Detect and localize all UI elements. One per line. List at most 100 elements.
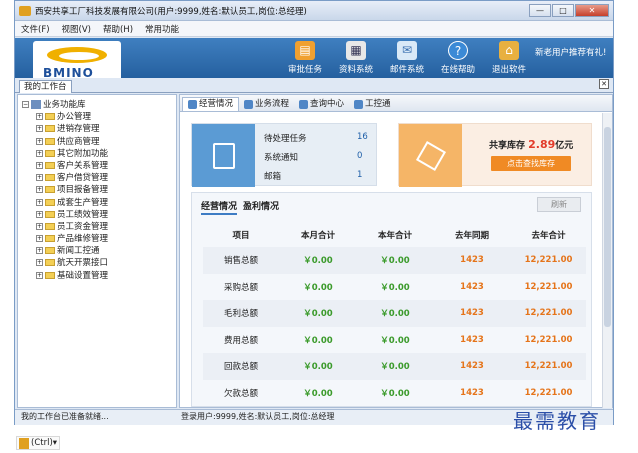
task-notice-count[interactable]: 0 <box>357 151 362 161</box>
query-icon <box>299 99 309 109</box>
tab-business-status[interactable]: 经营情况 <box>182 97 240 111</box>
collapse-icon[interactable]: − <box>22 101 29 108</box>
expand-icon[interactable]: + <box>36 125 43 133</box>
table-cell: ￥0.00 <box>380 256 410 267</box>
table-row[interactable]: 欠款总额 ￥0.00 ￥0.00 1423 12,221.00 <box>203 380 586 407</box>
table-cell: 1423 <box>460 361 484 372</box>
table-cell: ￥0.00 <box>303 388 333 399</box>
toolbar-exit[interactable]: ⌂ 退出软件 <box>484 41 534 75</box>
refresh-button[interactable]: 刷新 <box>537 197 581 212</box>
table-cell: ￥0.00 <box>303 362 333 373</box>
tree-item-label: 客户借贷管理 <box>57 173 109 184</box>
task-card-icon <box>192 124 255 187</box>
menu-common[interactable]: 常用功能 <box>139 23 185 35</box>
tree-item-label: 进销存管理 <box>57 124 100 135</box>
main-content: 经营情况 业务流程 查询中心 工控通 待处理任务 16 系统通知 0 邮箱 1 … <box>179 94 613 408</box>
expand-icon[interactable]: + <box>36 137 43 145</box>
tab-profit[interactable]: 盈利情况 <box>243 199 279 215</box>
tab-my-workbench[interactable]: 我的工作台 <box>19 80 72 93</box>
paste-options-button[interactable]: (Ctrl)▾ <box>16 436 61 450</box>
table-row[interactable]: 回款总额 ￥0.00 ￥0.00 1423 12,221.00 <box>203 353 586 380</box>
tree-item[interactable]: + 新闻工控通 <box>22 245 176 257</box>
tab-industrial-control[interactable]: 工控通 <box>349 97 396 111</box>
task-pending-label[interactable]: 待处理任务 <box>264 132 307 144</box>
table-cell: 12,221.00 <box>524 308 573 319</box>
toolbar-approval[interactable]: ▤ 审批任务 <box>280 41 330 75</box>
tree-root[interactable]: − 业务功能库 <box>22 99 176 111</box>
find-stock-button[interactable]: 点击查找库存 <box>491 156 571 171</box>
expand-icon[interactable]: + <box>36 149 43 157</box>
table-cell: ￥0.00 <box>303 256 333 267</box>
menu-view[interactable]: 视图(V) <box>56 23 97 35</box>
tree-item[interactable]: + 客户借贷管理 <box>22 172 176 184</box>
expand-icon[interactable]: + <box>36 161 43 169</box>
tree-item-label: 产品维修管理 <box>57 234 109 245</box>
table-cell: 采购总额 <box>223 282 258 293</box>
task-mailbox-count[interactable]: 1 <box>357 170 362 180</box>
tree-item[interactable]: + 产品维修管理 <box>22 233 176 245</box>
watermark: 最需教育 <box>513 409 601 433</box>
table-cell: 费用总额 <box>223 335 258 346</box>
tree-item[interactable]: + 基础设置管理 <box>22 270 176 282</box>
toolbar-label: 审批任务 <box>287 65 322 75</box>
recommend-link[interactable]: 新老用户推荐有礼! <box>535 46 606 58</box>
column-header: 本月合计 <box>300 231 335 241</box>
expand-icon[interactable]: + <box>36 174 43 182</box>
expand-icon[interactable]: + <box>36 271 43 279</box>
tree-item[interactable]: + 航天开票接口 <box>22 257 176 269</box>
toolbar-label: 资料系统 <box>338 65 373 75</box>
close-icon[interactable]: ✕ <box>599 79 609 89</box>
tree-item[interactable]: + 其它附加功能 <box>22 148 176 160</box>
task-notice-label[interactable]: 系统通知 <box>264 151 298 163</box>
tree-item[interactable]: + 员工资金管理 <box>22 221 176 233</box>
table-row[interactable]: 采购总额 ￥0.00 ￥0.00 1423 12,221.00 <box>203 274 586 301</box>
workbench-tabbar: 我的工作台 ✕ <box>15 78 613 93</box>
toolbar-mail[interactable]: ✉ 邮件系统 <box>382 41 432 75</box>
tree-item-label: 其它附加功能 <box>57 148 109 159</box>
paste-label: (Ctrl)▾ <box>31 438 58 448</box>
tree-item[interactable]: + 成套生产管理 <box>22 197 176 209</box>
folder-icon <box>45 174 55 182</box>
expand-icon[interactable]: + <box>36 235 43 243</box>
expand-icon[interactable]: + <box>36 259 43 267</box>
task-summary-card: 待处理任务 16 系统通知 0 邮箱 1 <box>191 123 377 187</box>
status-right: 登录用户:9999,姓名:默认员工,岗位:总经理 <box>181 412 335 421</box>
tree-item[interactable]: + 客户关系管理 <box>22 160 176 172</box>
maximize-button[interactable]: □ <box>552 4 574 17</box>
tree-item[interactable]: + 项目报备管理 <box>22 184 176 196</box>
toolbar-data-system[interactable]: ▦ 资料系统 <box>331 41 381 75</box>
expand-icon[interactable]: + <box>36 247 43 255</box>
toolbar-help[interactable]: ? 在线帮助 <box>433 41 483 75</box>
tree-item-label: 项目报备管理 <box>57 185 109 196</box>
column-header: 本年合计 <box>377 231 412 241</box>
tree-item-label: 航天开票接口 <box>57 258 109 269</box>
stock-total: 共享库存 2.89亿元 <box>489 138 573 151</box>
table-cell: 回款总额 <box>223 362 258 373</box>
close-button[interactable]: ✕ <box>575 4 609 17</box>
minimize-button[interactable]: — <box>529 4 551 17</box>
tree-item[interactable]: + 进销存管理 <box>22 123 176 135</box>
expand-icon[interactable]: + <box>36 210 43 218</box>
expand-icon[interactable]: + <box>36 113 43 121</box>
tab-query-center[interactable]: 查询中心 <box>294 97 349 111</box>
stock-card: 共享库存 2.89亿元 点击查找库存 <box>398 123 592 187</box>
expand-icon[interactable]: + <box>36 198 43 206</box>
scroll-thumb[interactable] <box>604 127 611 327</box>
menu-file[interactable]: 文件(F) <box>15 23 56 35</box>
tree-item[interactable]: + 供应商管理 <box>22 136 176 148</box>
menu-help[interactable]: 帮助(H) <box>97 23 139 35</box>
tree-item[interactable]: + 员工绩效管理 <box>22 209 176 221</box>
expand-icon[interactable]: + <box>36 222 43 230</box>
vertical-scrollbar[interactable] <box>602 113 612 408</box>
table-row[interactable]: 销售总额 ￥0.00 ￥0.00 1423 12,221.00 <box>203 247 586 274</box>
expand-icon[interactable]: + <box>36 186 43 194</box>
function-tree-panel: − 业务功能库 + 办公管理 + 进销存管理 + 供应商管理 + 其它附加功能 + 客户关系管理 + 客户… <box>17 94 177 408</box>
task-mailbox-label[interactable]: 邮箱 <box>264 170 281 182</box>
tree-item[interactable]: + 办公管理 <box>22 111 176 123</box>
tab-business[interactable]: 经营情况 <box>201 199 238 215</box>
task-pending-count[interactable]: 16 <box>357 132 368 142</box>
table-cell: 1423 <box>460 255 484 266</box>
tab-business-flow[interactable]: 业务流程 <box>239 97 294 111</box>
table-row[interactable]: 费用总额 ￥0.00 ￥0.00 1423 12,221.00 <box>203 327 586 354</box>
table-row[interactable]: 毛利总额 ￥0.00 ￥0.00 1423 12,221.00 <box>203 300 586 327</box>
